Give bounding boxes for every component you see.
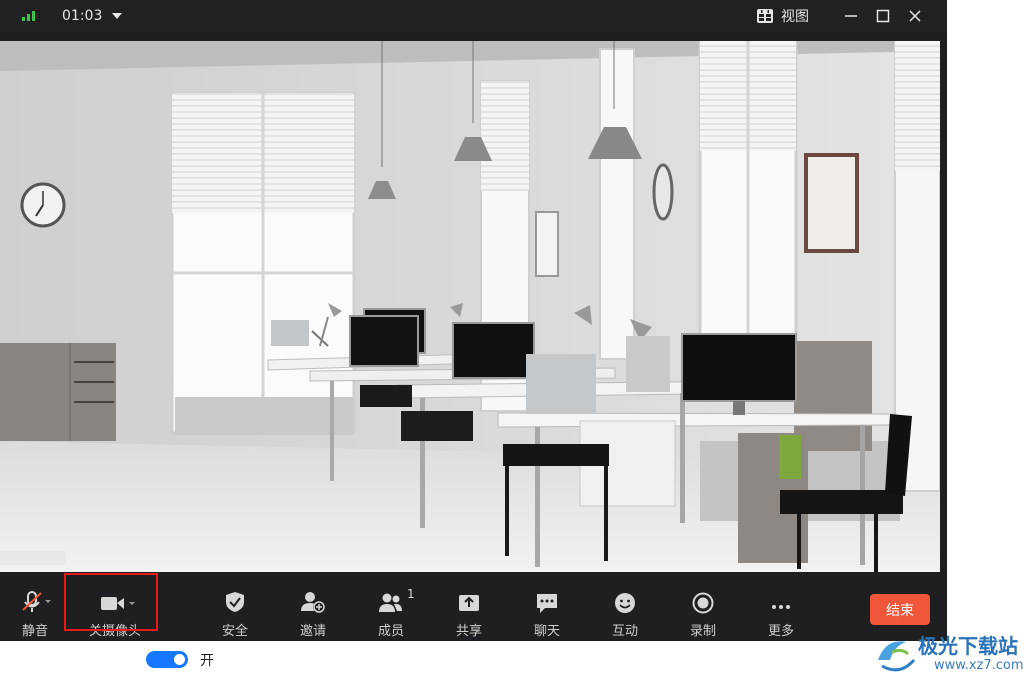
end-meeting-button[interactable]: 结束 bbox=[870, 594, 930, 625]
share-icon bbox=[457, 578, 481, 616]
maximize-icon[interactable] bbox=[875, 0, 891, 32]
title-bar: 01:03 视图 bbox=[0, 0, 947, 32]
minimize-icon[interactable] bbox=[843, 0, 859, 32]
more-label: 更多 bbox=[767, 624, 794, 639]
view-button[interactable]: 视图 bbox=[757, 0, 809, 32]
security-button[interactable]: 安全 bbox=[200, 578, 270, 641]
camera-label: 关摄像头 bbox=[88, 624, 141, 639]
more-icon bbox=[769, 578, 793, 616]
close-icon[interactable] bbox=[907, 0, 923, 32]
chat-icon bbox=[535, 578, 559, 616]
shield-icon bbox=[224, 578, 246, 616]
video-feed bbox=[0, 41, 940, 572]
mute-button[interactable]: 静音 bbox=[0, 578, 70, 641]
share-button[interactable]: 共享 bbox=[434, 578, 504, 641]
watermark: 极光下载站 www.xz7.com bbox=[872, 630, 1032, 680]
camera-button[interactable]: 关摄像头 bbox=[75, 578, 155, 641]
chat-button[interactable]: 聊天 bbox=[512, 578, 582, 641]
signal-icon bbox=[22, 0, 36, 32]
invite-button[interactable]: 邀请 bbox=[278, 578, 348, 641]
view-label: 视图 bbox=[781, 9, 809, 25]
interact-button[interactable]: 互动 bbox=[590, 578, 660, 641]
mic-muted-icon bbox=[18, 578, 52, 616]
security-label: 安全 bbox=[221, 624, 248, 639]
meeting-window: 01:03 视图 静音 关摄像头 安全 邀请 1 成员 共享 聊天 互动 录制 … bbox=[0, 0, 947, 641]
view-grid-icon bbox=[757, 9, 773, 23]
invite-label: 邀请 bbox=[299, 624, 326, 639]
record-label: 录制 bbox=[689, 624, 716, 639]
members-count: 1 bbox=[407, 587, 415, 601]
toggle-knob bbox=[174, 654, 185, 665]
share-label: 共享 bbox=[455, 624, 482, 639]
record-icon bbox=[691, 578, 715, 616]
record-button[interactable]: 录制 bbox=[668, 578, 738, 641]
meeting-timer: 01:03 bbox=[62, 8, 103, 24]
camera-icon bbox=[95, 578, 135, 616]
members-icon bbox=[378, 592, 404, 614]
emoji-icon bbox=[613, 578, 637, 616]
interact-label: 互动 bbox=[611, 624, 638, 639]
office-background-image bbox=[0, 41, 940, 572]
mute-label: 静音 bbox=[21, 624, 48, 639]
members-button[interactable]: 1 成员 bbox=[356, 578, 426, 641]
watermark-url: www.xz7.com bbox=[934, 658, 1024, 673]
more-button[interactable]: 更多 bbox=[746, 578, 816, 641]
chat-label: 聊天 bbox=[533, 624, 560, 639]
toggle-switch[interactable] bbox=[146, 651, 188, 668]
add-user-icon bbox=[300, 578, 326, 616]
dropdown-icon[interactable] bbox=[111, 0, 123, 32]
watermark-brand: 极光下载站 bbox=[918, 634, 1018, 658]
members-label: 成员 bbox=[377, 624, 404, 639]
meeting-toolbar: 静音 关摄像头 安全 邀请 1 成员 共享 聊天 互动 录制 更多 bbox=[0, 578, 947, 641]
toggle-label: 开 bbox=[200, 653, 214, 669]
